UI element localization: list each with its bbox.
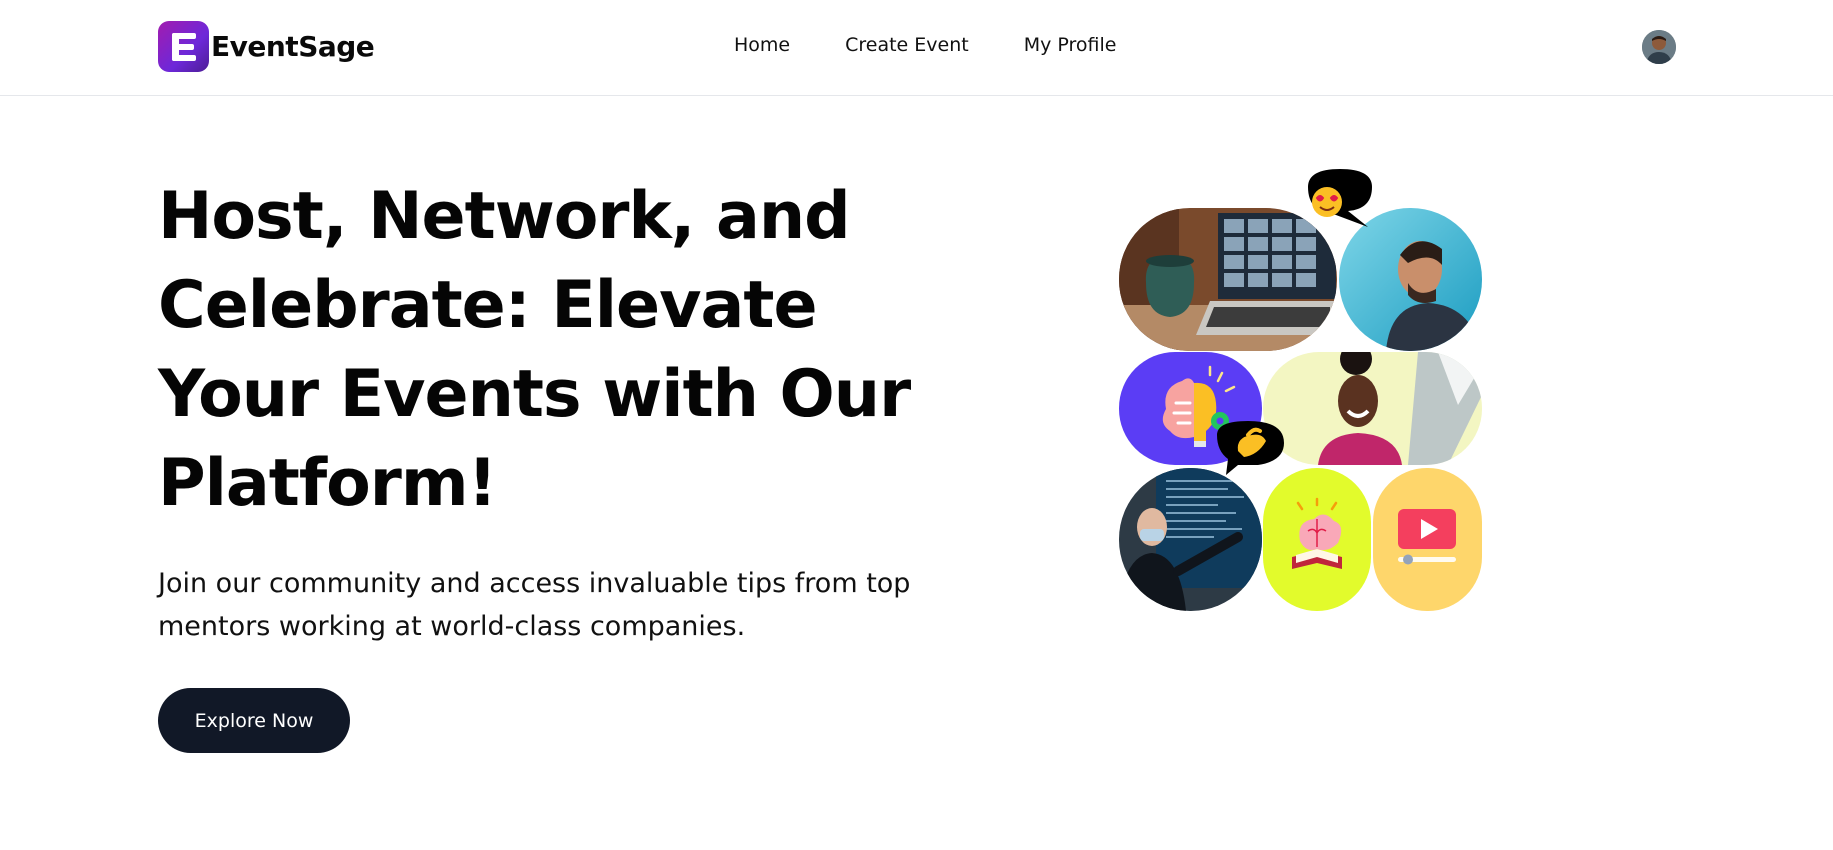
brain-book-icon	[1263, 468, 1371, 611]
hand-emoji-bubble	[1217, 421, 1284, 475]
video-play-icon	[1373, 468, 1482, 611]
nav-create-event[interactable]: Create Event	[845, 34, 969, 56]
teacher-screen-photo	[1119, 468, 1262, 611]
main-nav: Home Create Event My Profile	[734, 34, 1171, 56]
brand-name: EventSage	[211, 30, 375, 63]
hero-title: Host, Network, and Celebrate: Elevate Yo…	[158, 179, 911, 521]
explore-now-button[interactable]: Explore Now	[158, 688, 350, 753]
hero-collage	[1118, 165, 1488, 615]
nav-home[interactable]: Home	[734, 34, 790, 56]
heart-eyes-emoji-bubble	[1308, 169, 1372, 227]
top-navbar: EventSage Home Create Event My Profile	[0, 0, 1833, 96]
brand[interactable]: EventSage	[158, 21, 375, 72]
hero-subtitle: Join our community and access invaluable…	[158, 568, 911, 642]
laughing-woman-photo	[1263, 352, 1482, 465]
user-avatar[interactable]	[1642, 30, 1676, 64]
video-call-photo	[1119, 208, 1337, 351]
nav-my-profile[interactable]: My Profile	[1024, 34, 1117, 56]
eventsage-logo-icon	[158, 21, 209, 72]
laughing-man-photo	[1339, 208, 1482, 351]
